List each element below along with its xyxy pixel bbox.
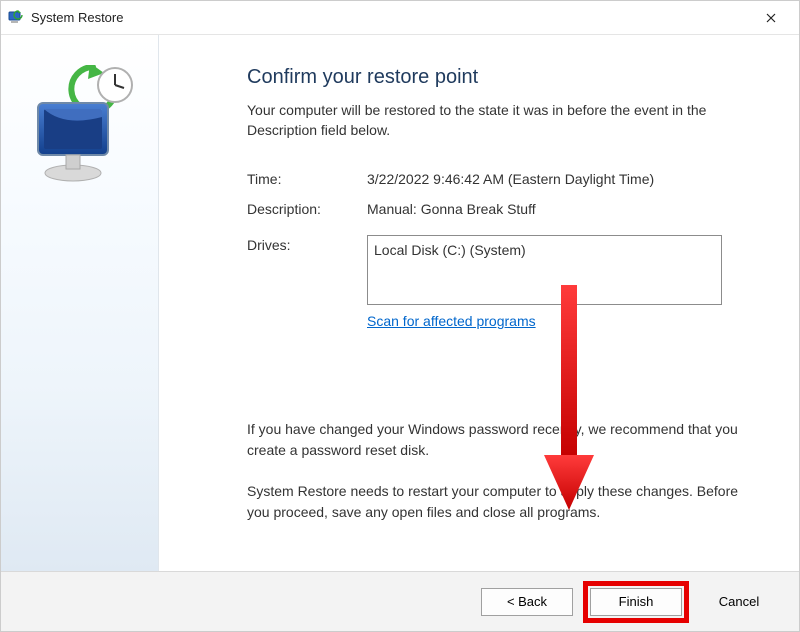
info-row-time: Time: 3/22/2022 9:46:42 AM (Eastern Dayl…	[247, 169, 761, 189]
wizard-content: Confirm your restore point Your computer…	[159, 35, 799, 571]
scan-affected-programs-link[interactable]: Scan for affected programs	[367, 313, 536, 329]
time-value: 3/22/2022 9:46:42 AM (Eastern Daylight T…	[367, 169, 761, 189]
system-restore-wizard-icon	[20, 65, 140, 195]
annotation-highlight-box: Finish	[583, 581, 689, 623]
back-button[interactable]: < Back	[481, 588, 573, 616]
description-label: Description:	[247, 199, 367, 219]
time-label: Time:	[247, 169, 367, 189]
notes-section: If you have changed your Windows passwor…	[247, 419, 761, 523]
system-restore-app-icon	[7, 9, 25, 27]
restart-note: System Restore needs to restart your com…	[247, 481, 761, 523]
info-row-description: Description: Manual: Gonna Break Stuff	[247, 199, 761, 219]
password-note: If you have changed your Windows passwor…	[247, 419, 761, 461]
drives-label: Drives:	[247, 235, 367, 331]
description-value: Manual: Gonna Break Stuff	[367, 199, 761, 219]
close-button[interactable]	[749, 3, 793, 33]
window-title: System Restore	[31, 10, 749, 25]
page-subtitle: Your computer will be restored to the st…	[247, 100, 761, 141]
titlebar: System Restore	[1, 1, 799, 35]
info-row-drives: Drives: Local Disk (C:) (System) Scan fo…	[247, 235, 761, 331]
page-heading: Confirm your restore point	[247, 63, 761, 92]
body-area: Confirm your restore point Your computer…	[1, 35, 799, 571]
finish-button[interactable]: Finish	[590, 588, 682, 616]
cancel-button[interactable]: Cancel	[699, 588, 779, 616]
wizard-footer: < Back Finish Cancel	[1, 571, 799, 631]
wizard-sidebar	[1, 35, 159, 571]
drives-listbox[interactable]: Local Disk (C:) (System)	[367, 235, 722, 305]
drive-item[interactable]: Local Disk (C:) (System)	[374, 240, 715, 260]
